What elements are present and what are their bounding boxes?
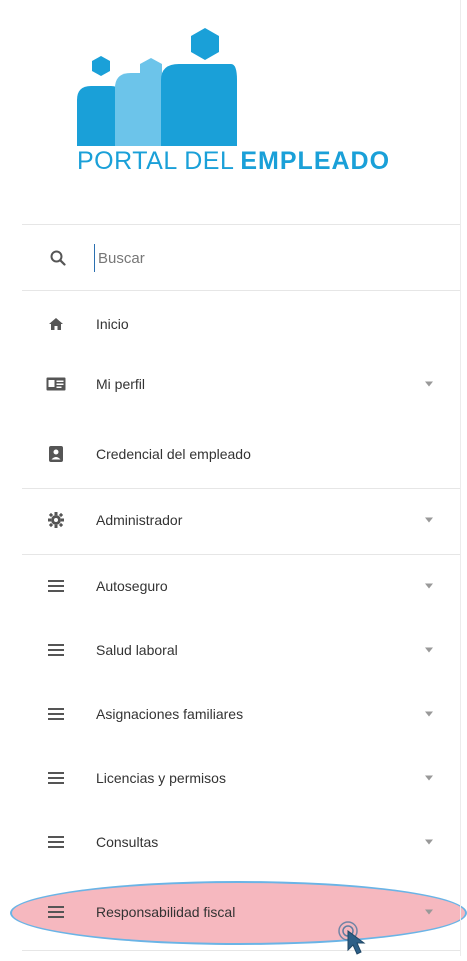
click-cursor-icon	[335, 920, 385, 956]
menu-item-responsabilidad-fiscal[interactable]: Responsabilidad fiscal	[22, 882, 460, 942]
list-icon	[46, 704, 66, 724]
menu-item-label: Licencias y permisos	[96, 770, 226, 786]
sidebar: PORTAL DELEMPLEADO Inicio	[10, 0, 467, 956]
menu-item-label: Inicio	[96, 316, 129, 332]
menu-item-asignaciones-familiares[interactable]: Asignaciones familiares	[22, 684, 460, 744]
menu-item-label: Asignaciones familiares	[96, 706, 244, 722]
list-icon	[46, 902, 66, 922]
divider	[22, 488, 460, 489]
chevron-down-icon[interactable]	[425, 839, 433, 845]
menu-item-label: Salud laboral	[96, 642, 178, 658]
chevron-down-icon[interactable]	[425, 647, 433, 653]
people-logo-icon	[77, 28, 237, 146]
list-icon	[46, 640, 66, 660]
divider	[22, 290, 460, 291]
menu-item-administrador[interactable]: Administrador	[22, 490, 460, 550]
home-icon	[46, 314, 66, 334]
badge-icon	[46, 444, 66, 464]
search-bar	[22, 228, 460, 288]
chevron-down-icon[interactable]	[425, 583, 433, 589]
chevron-down-icon[interactable]	[425, 381, 433, 387]
menu-item-licencias-permisos[interactable]: Licencias y permisos	[22, 748, 460, 808]
menu-item-label: Autoseguro	[96, 578, 168, 594]
list-icon	[46, 768, 66, 788]
menu-item-inicio[interactable]: Inicio	[22, 294, 460, 354]
list-icon	[46, 576, 66, 596]
divider	[22, 554, 460, 555]
chevron-down-icon[interactable]	[425, 775, 433, 781]
sidebar-border	[460, 0, 461, 956]
menu-item-label: Credencial del empleado	[96, 446, 251, 462]
menu-item-consultas[interactable]: Consultas	[22, 812, 460, 872]
menu-item-label: Responsabilidad fiscal	[96, 904, 236, 920]
menu-item-mi-perfil[interactable]: Mi perfil	[22, 354, 460, 414]
divider	[22, 950, 460, 951]
gear-icon	[46, 510, 66, 530]
chevron-down-icon[interactable]	[425, 909, 433, 915]
search-input[interactable]	[94, 244, 398, 272]
logo-text-bold: EMPLEADO	[240, 147, 391, 175]
chevron-down-icon[interactable]	[425, 711, 433, 717]
menu-item-label: Mi perfil	[96, 376, 146, 392]
menu-item-label: Administrador	[96, 512, 183, 528]
id-card-icon	[46, 374, 66, 394]
menu-item-label: Consultas	[96, 834, 159, 850]
list-icon	[46, 832, 66, 852]
chevron-down-icon[interactable]	[425, 517, 433, 523]
menu-item-credencial[interactable]: Credencial del empleado	[22, 424, 460, 484]
menu-item-autoseguro[interactable]: Autoseguro	[22, 556, 460, 616]
search-icon[interactable]	[50, 250, 66, 266]
logo-text: PORTAL DEL EMPLEADO	[77, 147, 390, 176]
portal-logo[interactable]: PORTAL DEL EMPLEADO	[22, 0, 467, 225]
divider	[22, 224, 460, 225]
menu-item-salud-laboral[interactable]: Salud laboral	[22, 620, 460, 680]
logo-text-light: PORTAL DEL	[77, 147, 235, 175]
